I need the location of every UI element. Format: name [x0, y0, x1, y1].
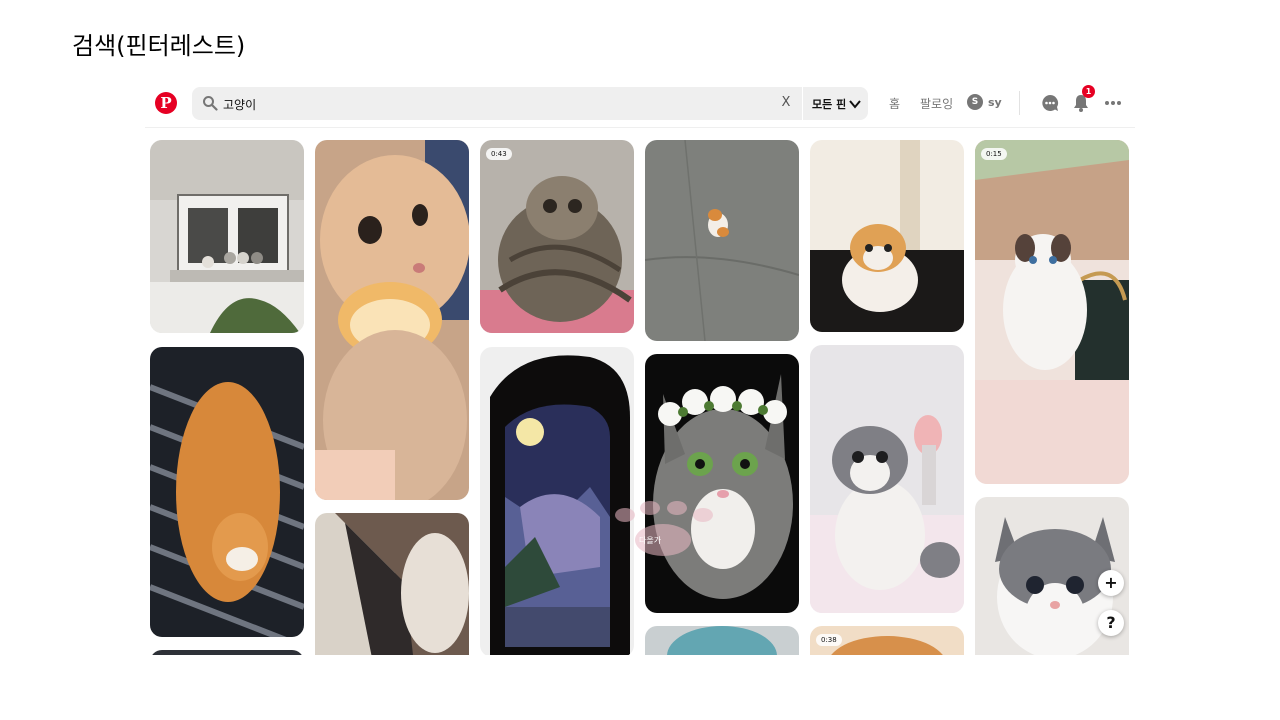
pin-image: [315, 140, 469, 500]
video-duration: 0:38: [816, 634, 842, 646]
search-icon: [203, 96, 218, 111]
pin-card[interactable]: [480, 347, 634, 655]
pin-image: [480, 347, 634, 655]
pin-card[interactable]: [645, 140, 799, 341]
video-duration: 0:43: [486, 148, 512, 160]
divider: [1019, 91, 1020, 115]
pin-image: [810, 140, 964, 332]
search-input[interactable]: [223, 93, 723, 115]
pin-image: [150, 140, 304, 333]
pin-card[interactable]: [810, 345, 964, 613]
pin-image: [645, 354, 799, 613]
pin-card[interactable]: [150, 140, 304, 333]
nav-following[interactable]: 팔로잉: [920, 95, 953, 112]
pin-image: [150, 347, 304, 637]
paw-watermark-icon: [615, 501, 713, 556]
message-icon[interactable]: [1040, 93, 1060, 113]
video-duration: 0:15: [981, 148, 1007, 160]
pin-card[interactable]: [315, 513, 469, 655]
header-bar: P X 모든 핀 홈 팔로잉 S sy: [145, 80, 1135, 128]
add-button[interactable]: +: [1098, 570, 1124, 596]
pin-card[interactable]: [645, 354, 799, 613]
user-name[interactable]: sy: [988, 96, 1002, 109]
pin-image: [315, 513, 469, 655]
clear-search-button[interactable]: X: [777, 94, 795, 112]
pinterest-logo-icon[interactable]: P: [155, 92, 177, 114]
filter-dropdown[interactable]: 모든 핀: [812, 95, 861, 113]
pin-image: [150, 650, 304, 655]
pin-card[interactable]: [150, 650, 304, 655]
watermark-text: 다올가: [639, 536, 662, 545]
filter-label: 모든 핀: [812, 98, 847, 111]
chevron-down-icon: [849, 100, 861, 109]
search-bar[interactable]: X 모든 핀: [192, 87, 868, 120]
pin-image: [810, 345, 964, 613]
slide-title: 검색(핀터레스트): [72, 32, 246, 60]
notification-badge: 1: [1082, 85, 1095, 98]
pin-card[interactable]: [810, 140, 964, 332]
pin-image: [645, 140, 799, 341]
pin-image: [480, 140, 634, 333]
divider: [802, 87, 803, 120]
pin-image: [645, 626, 799, 655]
pin-card[interactable]: [150, 347, 304, 637]
pin-card[interactable]: 0:38: [810, 626, 964, 655]
pin-card[interactable]: 0:15: [975, 140, 1129, 484]
avatar[interactable]: S: [967, 94, 983, 110]
pin-card[interactable]: [315, 140, 469, 500]
nav-home[interactable]: 홈: [889, 95, 900, 112]
pin-card[interactable]: 0:43: [480, 140, 634, 333]
more-icon[interactable]: [1103, 93, 1123, 113]
pinterest-screenshot: P X 모든 핀 홈 팔로잉 S sy: [145, 80, 1135, 655]
pin-image: [975, 140, 1129, 484]
help-button[interactable]: ?: [1098, 610, 1124, 636]
pin-card[interactable]: [645, 626, 799, 655]
